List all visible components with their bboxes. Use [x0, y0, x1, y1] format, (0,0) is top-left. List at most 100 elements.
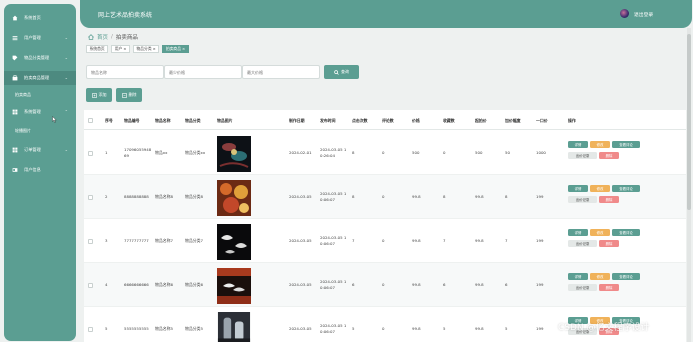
bid-records-button[interactable]: 出价记录	[568, 152, 597, 159]
cell-publish-line1: 2024-03-05 1	[320, 235, 347, 240]
delete-row-button[interactable]: 删除	[599, 284, 619, 291]
row-checkbox[interactable]	[88, 327, 93, 332]
delete-row-button[interactable]: 删除	[599, 152, 619, 159]
cell-category: 物品分类8	[185, 194, 204, 199]
bid-records-button[interactable]: 出价记录	[568, 196, 597, 203]
row-checkbox[interactable]	[88, 239, 93, 244]
add-button[interactable]: 添加	[86, 88, 112, 102]
cell-clicks: 8	[352, 150, 355, 155]
delete-row-label: 删除	[605, 154, 613, 158]
tag-categories[interactable]: 物品分类 ×	[132, 45, 160, 53]
cell-buyout: 199	[536, 282, 544, 287]
edit-button[interactable]: 修改	[590, 273, 610, 280]
min-price-input[interactable]	[164, 65, 242, 79]
detail-button[interactable]: 详情	[568, 229, 588, 236]
edit-button[interactable]: 修改	[590, 141, 610, 148]
tag-auction-goods[interactable]: 拍卖商品 ×	[162, 45, 189, 53]
sidebar-item-label: 系统管理	[24, 109, 41, 114]
view-comments-label: 查看评论	[619, 187, 633, 191]
table-row: 2 8888888888 物品名称8 物品分类8 2024-03-05 2024…	[84, 175, 686, 219]
scrollbar-thumb[interactable]	[687, 34, 691, 210]
cell-index: 4	[105, 282, 108, 287]
cell-publish-line2: 0:06:07	[320, 240, 335, 246]
avatar[interactable]	[620, 9, 629, 18]
detail-button[interactable]: 详情	[568, 273, 588, 280]
sidebar-subitem-auction-goods[interactable]: 拍卖商品	[15, 92, 31, 98]
top-header: 网上艺术品拍卖系统 退出登录	[80, 0, 692, 28]
batch-delete-button[interactable]: 删除	[116, 88, 142, 102]
watermark: CSDN @亿文程序设计	[558, 323, 650, 333]
logout-button[interactable]: 退出登录	[634, 11, 653, 18]
tag-home[interactable]: 系统首页	[86, 45, 109, 53]
cell-date: 2024-03-05	[289, 326, 312, 331]
cell-buyout: 199	[536, 238, 544, 243]
cell-start-price: 99.8	[475, 282, 484, 287]
sidebar-item-home[interactable]: 系统首页	[4, 11, 76, 25]
edit-button[interactable]: 修改	[590, 229, 610, 236]
delete-button-label: 删除	[128, 92, 137, 97]
tag-label: 系统首页	[89, 46, 105, 51]
edit-button[interactable]: 修改	[590, 185, 610, 192]
col-header: 加价幅度	[505, 118, 521, 123]
detail-button[interactable]: 详情	[568, 185, 588, 192]
row-checkbox[interactable]	[88, 195, 93, 200]
cell-name: 物品名称8	[155, 194, 174, 199]
bid-records-button[interactable]: 出价记录	[568, 240, 597, 247]
search-button[interactable]: 查询	[324, 65, 359, 79]
view-comments-label: 查看评论	[619, 143, 633, 147]
delete-row-button[interactable]: 删除	[599, 240, 619, 247]
table-row: 3 7777777777 物品名称7 物品分类7 2024-03-05 2024…	[84, 219, 686, 263]
close-icon[interactable]: ×	[153, 46, 156, 52]
tag-users[interactable]: 用户 ×	[111, 45, 130, 53]
cell-start-price: 99.8	[475, 194, 484, 199]
grid-icon	[12, 109, 18, 115]
cell-index: 2	[105, 194, 108, 199]
cell-date: 2024-03-05	[289, 282, 312, 287]
sidebar-item-profile[interactable]: 用户信息	[4, 163, 76, 177]
sidebar-item-orders[interactable]: 订单管理 ⌄	[4, 143, 76, 157]
view-comments-button[interactable]: 查看评论	[612, 273, 640, 280]
detail-button[interactable]: 详情	[568, 141, 588, 148]
delete-row-button[interactable]: 删除	[599, 196, 619, 203]
cell-code: 7777777777	[124, 238, 149, 243]
sidebar-item-categories[interactable]: 物品分类管理 ⌄	[4, 51, 76, 65]
bid-records-label: 出价记录	[575, 198, 590, 202]
cell-publish-line2: 0:26:04	[320, 152, 335, 158]
col-header: 操作	[568, 118, 576, 123]
bid-records-button[interactable]: 出价记录	[568, 284, 597, 291]
cell-index: 1	[105, 150, 108, 155]
select-all-checkbox[interactable]	[88, 118, 93, 123]
sidebar-item-users[interactable]: 用户管理 ⌄	[4, 31, 76, 45]
sidebar-subitem-carousel[interactable]: 轮播图片	[15, 128, 31, 134]
close-icon[interactable]: ×	[123, 46, 126, 52]
cell-comments: 0	[382, 194, 385, 199]
view-comments-button[interactable]: 查看评论	[612, 229, 640, 236]
sidebar-item-label: 拍卖商品管理	[24, 75, 50, 80]
view-comments-button[interactable]: 查看评论	[612, 141, 640, 148]
cell-code-line1: 17096055948	[124, 147, 152, 152]
breadcrumb-home[interactable]: 首页	[97, 33, 108, 41]
chevron-down-icon: ⌄	[64, 35, 68, 40]
row-checkbox[interactable]	[88, 283, 93, 288]
sidebar-item-goods[interactable]: 拍卖商品管理 ⌄	[4, 71, 76, 85]
cell-comments: 0	[382, 282, 385, 287]
table-row: 1 17096055948 69 物品xx 物品分类xx 2024-02-01 2…	[84, 131, 686, 175]
sidebar-item-label: 用户信息	[24, 167, 41, 172]
row-checkbox[interactable]	[88, 151, 93, 156]
sidebar-item-system[interactable]: 系统管理 ⌃	[4, 105, 76, 119]
close-icon[interactable]: ×	[182, 46, 185, 52]
max-price-input[interactable]	[242, 65, 320, 79]
table-row: 4 6666666666 物品名称6 物品分类6 2024-03-05 2024…	[84, 263, 686, 307]
mouse-cursor-icon	[52, 116, 57, 123]
col-header: 制作日期	[289, 118, 305, 123]
cell-publish-line2: 0:06:07	[320, 196, 335, 202]
cell-date: 2024-03-05	[289, 194, 312, 199]
view-comments-button[interactable]: 查看评论	[612, 185, 640, 192]
sidebar: 系统首页 用户管理 ⌄ 物品分类管理 ⌄ 拍卖商品管理 ⌄ 拍卖商品 系统管理 …	[4, 4, 76, 341]
col-header: 点击次数	[352, 118, 368, 123]
cell-step: 7	[505, 238, 508, 243]
tag-label: 物品分类	[136, 46, 152, 51]
cell-code-line2: 69	[124, 152, 129, 158]
item-name-input[interactable]	[86, 65, 164, 79]
item-image	[217, 224, 251, 260]
